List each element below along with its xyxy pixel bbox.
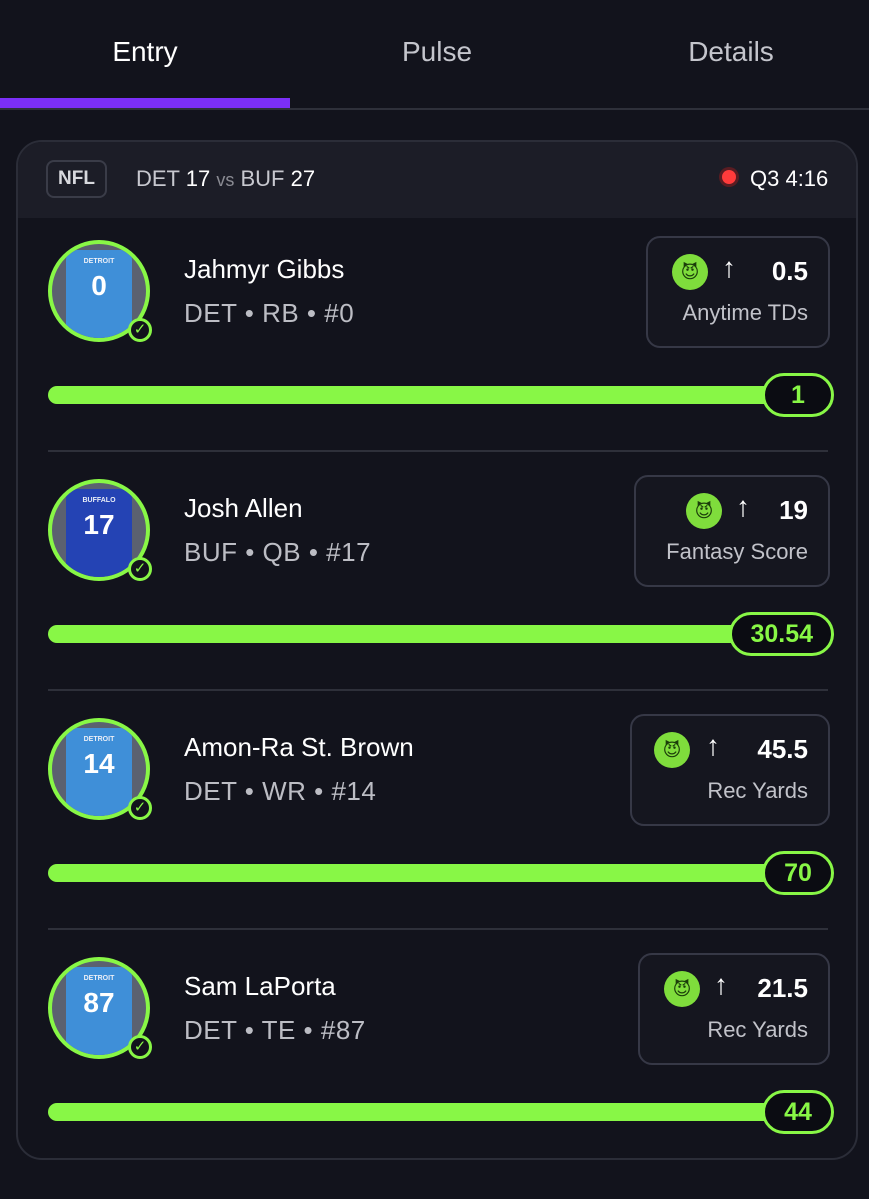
result-pill: 44	[762, 1090, 834, 1134]
vs-label: vs	[216, 170, 235, 190]
game-score: DET 17 vs BUF 27	[136, 166, 315, 192]
row-divider	[48, 928, 828, 930]
game-clock: Q3 4:16	[750, 166, 829, 191]
arrow-up-icon: ↑	[706, 730, 720, 761]
tab-divider	[0, 108, 869, 110]
pick-card[interactable]: 😈 ↑ 19 Fantasy Score	[634, 475, 830, 587]
arrow-up-icon: ↑	[736, 491, 750, 522]
jersey-number: 17	[83, 509, 115, 540]
tab-details[interactable]: Details	[586, 36, 869, 68]
devil-icon: 😈	[654, 732, 690, 768]
progress-bar	[48, 386, 828, 404]
check-circle-icon: ✓	[128, 318, 152, 342]
player-meta: DET • RB • #0	[184, 298, 355, 328]
jersey-team-text: DETROIT	[83, 736, 115, 743]
entry-card: NFL DET 17 vs BUF 27 Q3 4:16 DETROIT 0 ✓…	[16, 140, 858, 1160]
pick-line: 45.5	[757, 734, 808, 764]
player-name: Amon-Ra St. Brown	[184, 732, 414, 762]
player-row[interactable]: BUFFALO 17 ✓ Josh Allen BUF • QB • #17 😈…	[18, 457, 856, 695]
pick-card[interactable]: 😈 ↑ 21.5 Rec Yards	[638, 953, 830, 1065]
jersey-team-text: BUFFALO	[82, 497, 116, 504]
pick-stat: Anytime TDs	[682, 300, 808, 325]
check-circle-icon: ✓	[128, 557, 152, 581]
jersey-number: 0	[91, 270, 107, 301]
check-circle-icon: ✓	[128, 796, 152, 820]
tab-bar: Entry Pulse Details	[0, 0, 869, 110]
tab-pulse[interactable]: Pulse	[292, 36, 582, 68]
team1-abbr: DET	[136, 166, 180, 191]
jersey-number: 14	[83, 748, 115, 779]
row-divider	[48, 450, 828, 452]
pick-line: 19	[779, 495, 808, 525]
result-pill: 30.54	[729, 612, 834, 656]
devil-icon: 😈	[664, 971, 700, 1007]
pick-stat: Fantasy Score	[666, 539, 808, 564]
player-name: Jahmyr Gibbs	[184, 254, 345, 284]
team2-abbr: BUF	[240, 166, 285, 191]
pick-card[interactable]: 😈 ↑ 45.5 Rec Yards	[630, 714, 830, 826]
jersey-team-text: DETROIT	[83, 975, 115, 982]
progress-bar	[48, 625, 828, 643]
player-meta: DET • TE • #87	[184, 1015, 366, 1045]
league-badge: NFL	[46, 160, 107, 198]
game-header[interactable]: NFL DET 17 vs BUF 27 Q3 4:16	[18, 142, 856, 218]
pick-stat: Rec Yards	[707, 778, 808, 803]
check-circle-icon: ✓	[128, 1035, 152, 1059]
team1-score: 17	[185, 166, 211, 191]
player-row[interactable]: DETROIT 14 ✓ Amon-Ra St. Brown DET • WR …	[18, 696, 856, 934]
pick-line: 21.5	[757, 973, 808, 1003]
progress-bar	[48, 864, 828, 882]
player-meta: BUF • QB • #17	[184, 537, 372, 567]
arrow-up-icon: ↑	[714, 969, 728, 1000]
devil-icon: 😈	[686, 493, 722, 529]
pick-line: 0.5	[771, 256, 808, 286]
pick-stat: Rec Yards	[707, 1017, 808, 1042]
jersey-image: DETROIT 0	[66, 250, 132, 338]
player-row[interactable]: DETROIT 0 ✓ Jahmyr Gibbs DET • RB • #0 😈…	[18, 218, 856, 456]
jersey-number: 87	[83, 987, 115, 1018]
live-dot-icon	[722, 170, 736, 184]
devil-icon: 😈	[672, 254, 708, 290]
result-pill: 1	[762, 373, 834, 417]
pick-card[interactable]: 😈 ↑ 0.5 Anytime TDs	[646, 236, 830, 348]
arrow-up-icon: ↑	[722, 252, 736, 283]
active-tab-indicator	[0, 98, 290, 108]
jersey-team-text: DETROIT	[83, 258, 115, 265]
player-meta: DET • WR • #14	[184, 776, 377, 806]
jersey-image: BUFFALO 17	[66, 489, 132, 577]
player-name: Josh Allen	[184, 493, 303, 523]
team2-score: 27	[290, 166, 316, 191]
player-name: Sam LaPorta	[184, 971, 336, 1001]
jersey-image: DETROIT 87	[66, 967, 132, 1055]
progress-bar	[48, 1103, 828, 1121]
player-row[interactable]: DETROIT 87 ✓ Sam LaPorta DET • TE • #87 …	[18, 935, 856, 1158]
tab-entry[interactable]: Entry	[0, 36, 290, 68]
row-divider	[48, 689, 828, 691]
result-pill: 70	[762, 851, 834, 895]
jersey-image: DETROIT 14	[66, 728, 132, 816]
